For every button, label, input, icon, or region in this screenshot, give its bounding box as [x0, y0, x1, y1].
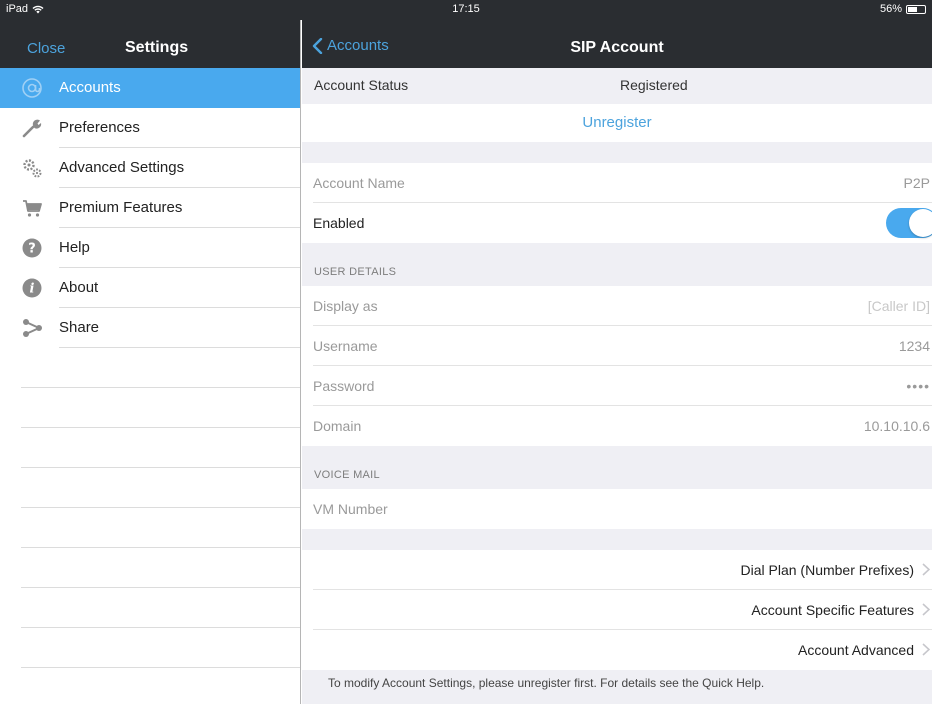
empty-row: [0, 628, 300, 668]
domain-row[interactable]: Domain 10.10.10.6: [302, 406, 932, 446]
footnote-text: To modify Account Settings, please unreg…: [328, 676, 765, 690]
display-as-field[interactable]: [Caller ID]: [868, 298, 930, 314]
enabled-label: Enabled: [313, 215, 365, 231]
username-label: Username: [313, 338, 378, 354]
section-header-label: VOICE MAIL: [314, 469, 380, 481]
sidebar-title: Settings: [125, 39, 189, 56]
empty-row: [0, 428, 300, 468]
svg-text:i: i: [30, 282, 35, 297]
dial-plan-row[interactable]: Dial Plan (Number Prefixes): [302, 550, 932, 590]
voice-mail-header: VOICE MAIL: [302, 446, 932, 489]
status-bar: iPad 17:15 56%: [0, 0, 932, 20]
password-field[interactable]: ••••: [906, 378, 930, 394]
user-details-header: USER DETAILS: [302, 243, 932, 286]
sip-account-panel: Accounts SIP Account Account Status Regi…: [302, 20, 932, 704]
sidebar-item-label: About: [59, 279, 99, 296]
empty-menu-area: [0, 348, 300, 704]
account-name-row[interactable]: Account Name P2P: [302, 163, 932, 203]
battery-percent: 56%: [879, 3, 902, 15]
sidebar-nav-bar: Close Settings: [0, 20, 300, 68]
sidebar-item-share[interactable]: Share: [0, 308, 300, 348]
sidebar-item-about[interactable]: i About: [0, 268, 300, 308]
password-row[interactable]: Password ••••: [302, 366, 932, 406]
chevron-right-icon: [922, 643, 931, 659]
at-icon: [21, 77, 43, 99]
sidebar-item-premium-features[interactable]: Premium Features: [0, 188, 300, 228]
empty-row: [0, 348, 300, 388]
cart-icon: [21, 197, 43, 219]
close-button[interactable]: Close: [27, 40, 65, 57]
toggle-knob: [909, 209, 932, 237]
empty-row: [0, 588, 300, 628]
unregister-button[interactable]: Unregister: [302, 114, 932, 131]
sidebar-item-label: Premium Features: [59, 199, 183, 216]
domain-label: Domain: [313, 418, 362, 434]
password-label: Password: [313, 378, 375, 394]
account-specific-features-label: Account Specific Features: [751, 602, 914, 618]
account-status-value: Registered: [620, 77, 688, 93]
display-as-label: Display as: [313, 298, 378, 314]
main-nav-bar: Accounts SIP Account: [302, 20, 932, 68]
share-icon: [21, 317, 43, 339]
section-gap: [302, 142, 932, 163]
battery-indicator: 56%: [880, 3, 926, 15]
empty-row: [0, 668, 300, 704]
wrench-icon: [21, 117, 43, 139]
clock: 17:15: [452, 3, 480, 15]
account-status-row: Account Status Registered: [302, 68, 932, 104]
sidebar-item-preferences[interactable]: Preferences: [0, 108, 300, 148]
account-name-value: P2P: [903, 175, 930, 191]
sidebar-item-label: Accounts: [59, 79, 121, 96]
domain-field[interactable]: 10.10.10.6: [864, 418, 930, 434]
settings-sidebar: Close Settings Accounts Preferences Adva…: [0, 20, 301, 704]
empty-row: [0, 388, 300, 428]
sidebar-item-label: Share: [59, 319, 100, 336]
chevron-right-icon: [922, 603, 931, 619]
help-icon: ?: [21, 237, 43, 259]
section-header-label: USER DETAILS: [314, 266, 397, 278]
sidebar-item-label: Help: [59, 239, 90, 256]
svg-text:?: ?: [28, 242, 36, 257]
vm-number-row[interactable]: VM Number: [302, 489, 932, 529]
vm-number-label: VM Number: [313, 501, 388, 517]
sidebar-item-advanced-settings[interactable]: Advanced Settings: [0, 148, 300, 188]
sidebar-item-label: Preferences: [59, 119, 140, 136]
enabled-toggle[interactable]: [886, 208, 932, 238]
info-icon: i: [21, 277, 43, 299]
username-field[interactable]: 1234: [899, 338, 930, 354]
sidebar-item-help[interactable]: ? Help: [0, 228, 300, 268]
account-name-label: Account Name: [313, 175, 405, 191]
page-title: SIP Account: [570, 39, 664, 56]
empty-row: [0, 508, 300, 548]
dial-plan-label: Dial Plan (Number Prefixes): [740, 562, 915, 578]
account-advanced-row[interactable]: Account Advanced: [302, 630, 932, 670]
account-advanced-label: Account Advanced: [798, 642, 914, 658]
unregister-row: Unregister: [302, 104, 932, 142]
account-specific-features-row[interactable]: Account Specific Features: [302, 590, 932, 630]
empty-row: [0, 468, 300, 508]
username-row[interactable]: Username 1234: [302, 326, 932, 366]
chevron-right-icon: [922, 563, 931, 579]
settings-menu: Accounts Preferences Advanced Settings P…: [0, 68, 300, 348]
account-status-label: Account Status: [314, 77, 409, 93]
sidebar-item-accounts[interactable]: Accounts: [0, 68, 300, 108]
empty-row: [0, 548, 300, 588]
display-as-row[interactable]: Display as [Caller ID]: [302, 286, 932, 326]
section-gap: [302, 529, 932, 550]
battery-icon: [906, 4, 926, 14]
gears-icon: [21, 157, 43, 179]
sidebar-item-label: Advanced Settings: [59, 159, 185, 176]
enabled-row: Enabled: [302, 203, 932, 243]
